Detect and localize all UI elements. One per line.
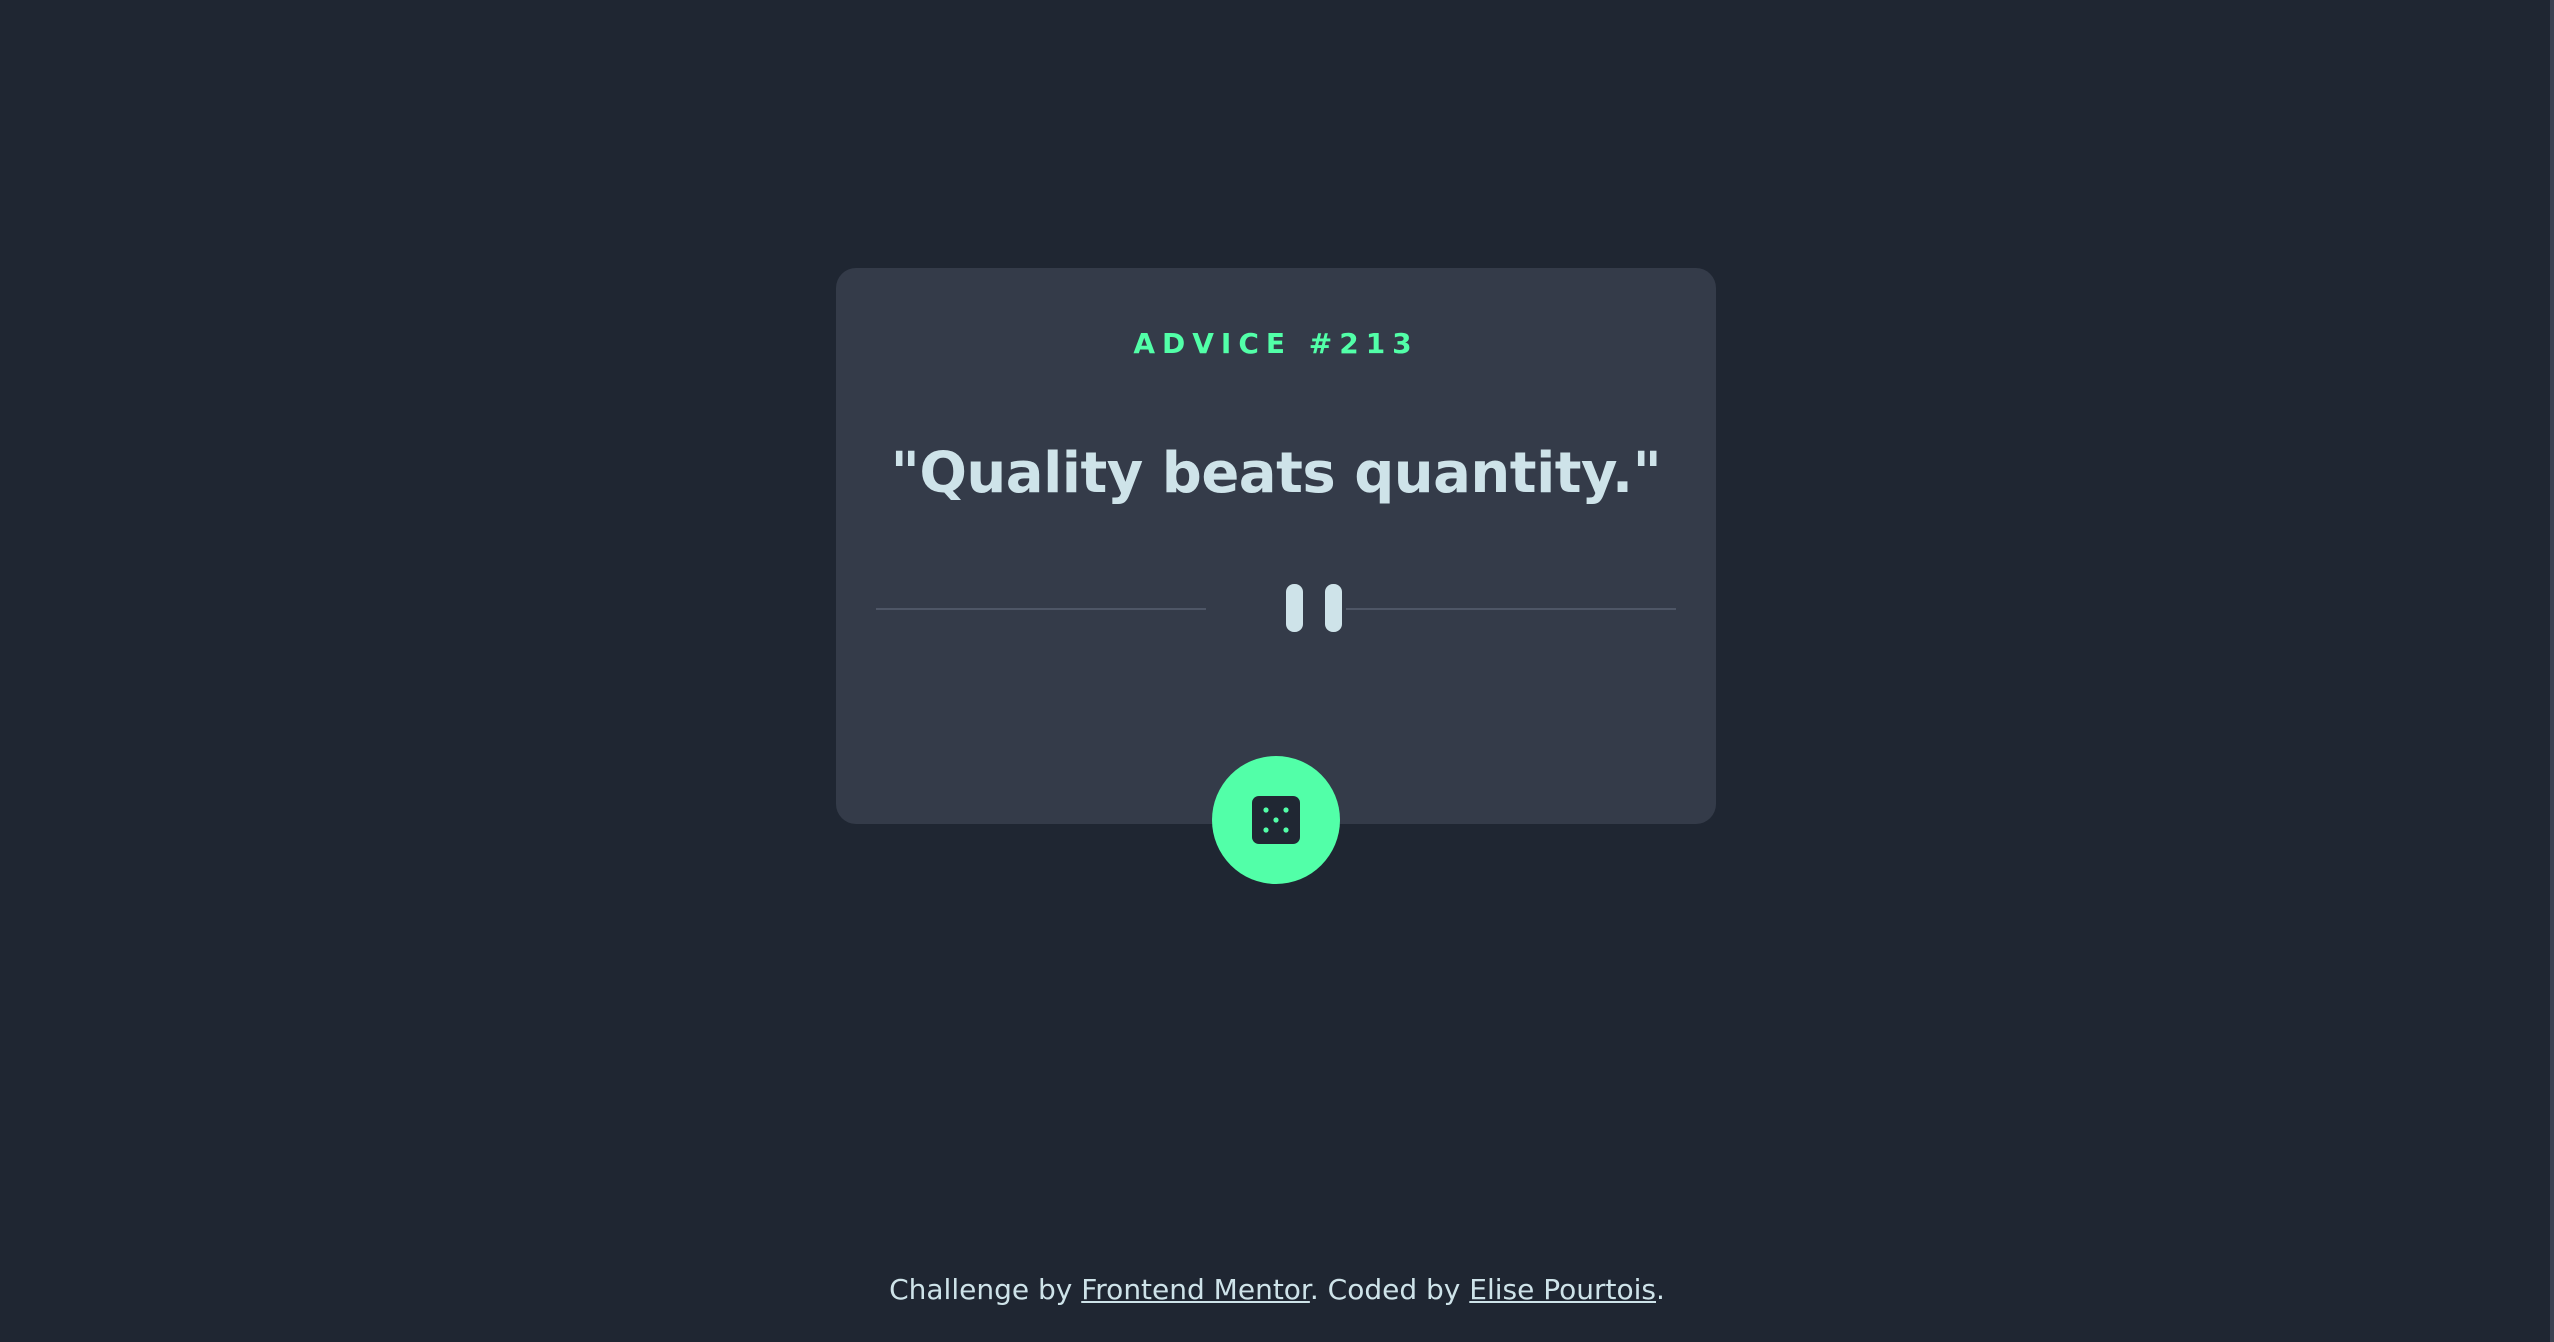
divider bbox=[876, 584, 1676, 632]
attribution-middle: . Coded by bbox=[1309, 1273, 1470, 1306]
divider-line-left bbox=[876, 608, 1206, 610]
advice-id: ADVICE #213 bbox=[1133, 327, 1419, 360]
frontend-mentor-link[interactable]: Frontend Mentor bbox=[1081, 1273, 1310, 1306]
window-edge bbox=[2550, 0, 2554, 1342]
dice-icon bbox=[1252, 796, 1300, 844]
pause-bar-left bbox=[1286, 584, 1303, 632]
new-advice-button[interactable] bbox=[1212, 756, 1340, 884]
divider-line-right bbox=[1346, 608, 1676, 610]
pause-bar-right bbox=[1325, 584, 1342, 632]
attribution: Challenge by Frontend Mentor. Coded by E… bbox=[0, 1270, 2554, 1310]
advice-quote: "Quality beats quantity." bbox=[890, 441, 1662, 506]
advice-card: ADVICE #213 "Quality beats quantity." bbox=[836, 268, 1716, 884]
author-link[interactable]: Elise Pourtois bbox=[1469, 1273, 1656, 1306]
attribution-prefix: Challenge by bbox=[889, 1273, 1082, 1306]
attribution-suffix: . bbox=[1656, 1273, 1665, 1306]
pause-icon bbox=[1286, 584, 1342, 632]
